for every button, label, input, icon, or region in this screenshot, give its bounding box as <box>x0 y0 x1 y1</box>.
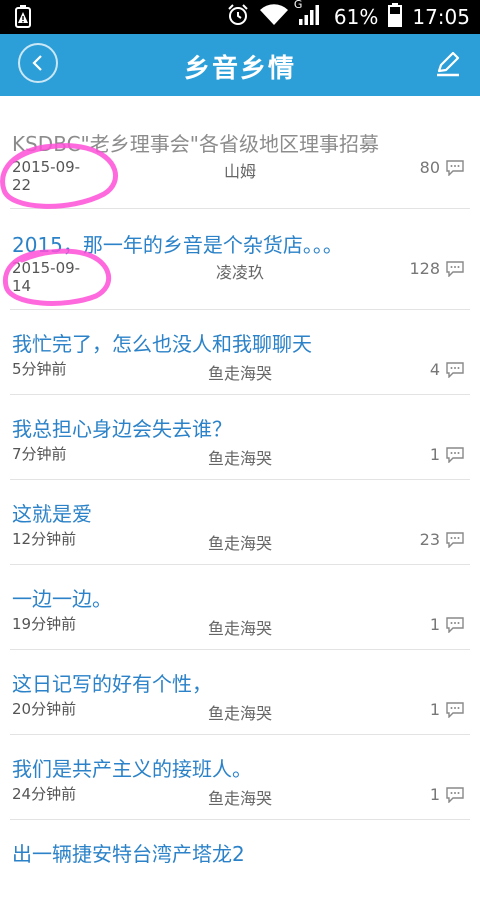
battery-percentage: 61% <box>333 5 379 29</box>
comment-icon <box>446 786 464 803</box>
comment-count: 1 <box>430 785 464 804</box>
comment-icon <box>446 361 464 378</box>
comment-count-value: 80 <box>419 158 440 177</box>
post-author: 鱼走海哭 <box>207 534 272 553</box>
status-bar: G 61% 17:05 <box>0 0 480 34</box>
comment-count: 1 <box>430 445 464 464</box>
comment-count: 128 <box>409 259 464 278</box>
post-title: KSDBC"老乡理事会"各省级地区理事招募 <box>12 132 379 156</box>
comment-icon <box>446 159 464 176</box>
comment-count: 1 <box>430 700 464 719</box>
post-author: 鱼走海哭 <box>207 364 272 383</box>
page-title: 乡音乡情 <box>183 54 296 84</box>
list-item[interactable]: 我总担心身边会失去谁？ 7分钟前 鱼走海哭 1 <box>10 395 470 480</box>
comment-icon <box>446 701 464 718</box>
cellular-signal-icon: G <box>294 0 320 31</box>
post-title: 这日记写的好有个性， <box>12 672 212 696</box>
post-author: 鱼走海哭 <box>207 789 272 808</box>
battery-icon <box>388 2 403 32</box>
comment-icon <box>446 260 464 277</box>
comment-count: 1 <box>430 615 464 634</box>
comment-count-value: 1 <box>429 615 440 634</box>
post-title: 我总担心身边会失去谁？ <box>12 417 232 441</box>
list-item[interactable]: KSDBC"老乡理事会"各省级地区理事招募 2015-09-22 山姆 80 <box>10 96 470 209</box>
list-item[interactable]: 一边一边。 19分钟前 鱼走海哭 1 <box>10 565 470 650</box>
comment-count: 23 <box>420 530 464 549</box>
list-item[interactable]: 我忙完了，怎么也没人和我聊聊天 5分钟前 鱼走海哭 4 <box>10 310 470 395</box>
comment-count-value: 1 <box>429 700 440 719</box>
comment-count-value: 1 <box>429 785 440 804</box>
alarm-icon <box>226 3 250 32</box>
post-title: 我们是共产主义的接班人。 <box>12 757 252 781</box>
compose-button[interactable] <box>434 50 462 78</box>
pencil-icon <box>437 51 460 77</box>
post-title: 2015，那一年的乡音是个杂货店。。。 <box>12 233 343 257</box>
list-item[interactable]: 出一辆捷安特台湾产塔龙2 <box>10 820 470 904</box>
clock: 17:05 <box>412 5 470 29</box>
list-item[interactable]: 这日记写的好有个性， 20分钟前 鱼走海哭 1 <box>10 650 470 735</box>
post-author: 鱼走海哭 <box>207 704 272 723</box>
wifi-icon <box>259 3 288 31</box>
comment-count-value: 1 <box>429 445 440 464</box>
post-author: 凌凌玖 <box>215 263 264 282</box>
comment-icon <box>446 531 464 548</box>
app-bar: 乡音乡情 <box>0 34 480 96</box>
comment-count-value: 23 <box>419 530 440 549</box>
comment-icon <box>446 446 464 463</box>
post-title: 一边一边。 <box>12 587 112 611</box>
list-item[interactable]: 2015，那一年的乡音是个杂货店。。。 2015-09-14 凌凌玖 128 <box>10 209 470 310</box>
comment-count: 4 <box>430 360 464 379</box>
post-author: 鱼走海哭 <box>207 449 272 468</box>
post-list: KSDBC"老乡理事会"各省级地区理事招募 2015-09-22 山姆 80 2… <box>0 96 480 904</box>
comment-count-value: 128 <box>409 259 440 278</box>
list-item[interactable]: 我们是共产主义的接班人。 24分钟前 鱼走海哭 1 <box>10 735 470 820</box>
post-author: 山姆 <box>223 162 256 181</box>
comment-count: 80 <box>420 158 464 177</box>
post-author: 鱼走海哭 <box>207 619 272 638</box>
comment-icon <box>446 616 464 633</box>
post-title: 这就是爱 <box>12 502 92 526</box>
list-item[interactable]: 这就是爱 12分钟前 鱼走海哭 23 <box>10 480 470 565</box>
network-type: G <box>293 0 303 11</box>
comment-count-value: 4 <box>429 360 440 379</box>
post-title: 出一辆捷安特台湾产塔龙2 <box>12 842 245 866</box>
battery-alert-icon <box>12 5 36 29</box>
post-title: 我忙完了，怎么也没人和我聊聊天 <box>12 332 312 356</box>
